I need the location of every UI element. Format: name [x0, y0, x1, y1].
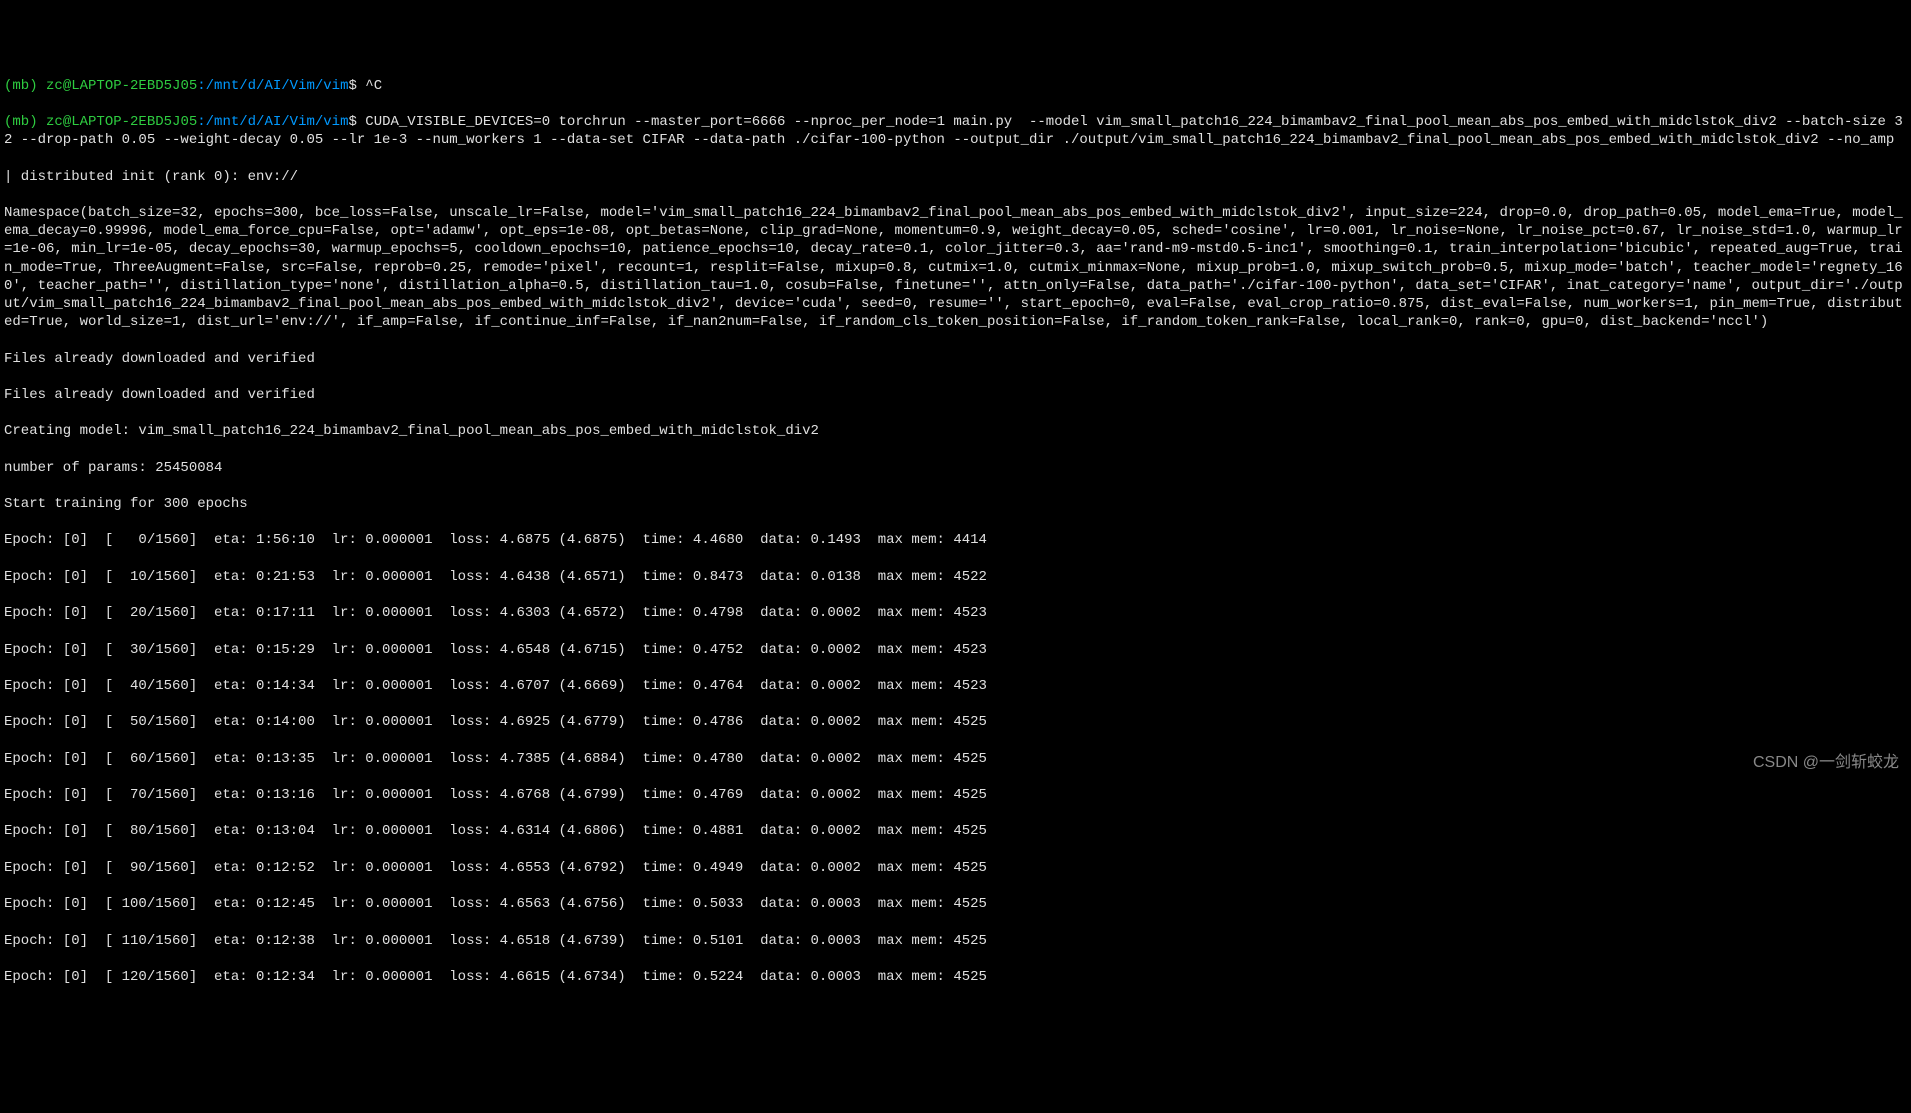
files-verified-output: Files already downloaded and verified: [4, 350, 1907, 368]
cwd-path: :/mnt/d/AI/Vim/vim: [197, 78, 348, 94]
epoch-log-row: Epoch: [0] [ 50/1560] eta: 0:14:00 lr: 0…: [4, 713, 1907, 731]
epoch-log-row: Epoch: [0] [ 30/1560] eta: 0:15:29 lr: 0…: [4, 641, 1907, 659]
dist-init-output: | distributed init (rank 0): env://: [4, 168, 1907, 186]
user-host: zc@LAPTOP-2EBD5J05: [46, 78, 197, 94]
prompt-line-1: (mb) zc@LAPTOP-2EBD5J05:/mnt/d/AI/Vim/vi…: [4, 77, 1907, 95]
watermark-text: CSDN @一剑斩蛟龙: [1753, 753, 1899, 774]
cwd-path: :/mnt/d/AI/Vim/vim: [197, 114, 348, 130]
epoch-log-row: Epoch: [0] [ 0/1560] eta: 1:56:10 lr: 0.…: [4, 531, 1907, 549]
command-text[interactable]: ^C: [365, 78, 382, 94]
epoch-log-row: Epoch: [0] [ 40/1560] eta: 0:14:34 lr: 0…: [4, 677, 1907, 695]
files-verified-output: Files already downloaded and verified: [4, 386, 1907, 404]
prompt-line-2: (mb) zc@LAPTOP-2EBD5J05:/mnt/d/AI/Vim/vi…: [4, 113, 1907, 149]
epoch-log-row: Epoch: [0] [ 60/1560] eta: 0:13:35 lr: 0…: [4, 750, 1907, 768]
epoch-log-row: Epoch: [0] [ 80/1560] eta: 0:13:04 lr: 0…: [4, 822, 1907, 840]
namespace-output: Namespace(batch_size=32, epochs=300, bce…: [4, 204, 1907, 331]
conda-env: (mb): [4, 114, 38, 130]
start-training-output: Start training for 300 epochs: [4, 495, 1907, 513]
num-params-output: number of params: 25450084: [4, 459, 1907, 477]
epoch-log-row: Epoch: [0] [ 100/1560] eta: 0:12:45 lr: …: [4, 895, 1907, 913]
conda-env: (mb): [4, 78, 38, 94]
prompt-dollar: $: [348, 114, 356, 130]
epoch-log-row: Epoch: [0] [ 20/1560] eta: 0:17:11 lr: 0…: [4, 604, 1907, 622]
creating-model-output: Creating model: vim_small_patch16_224_bi…: [4, 422, 1907, 440]
epoch-log-row: Epoch: [0] [ 70/1560] eta: 0:13:16 lr: 0…: [4, 786, 1907, 804]
prompt-dollar: $: [348, 78, 356, 94]
user-host: zc@LAPTOP-2EBD5J05: [46, 114, 197, 130]
epoch-log-row: Epoch: [0] [ 90/1560] eta: 0:12:52 lr: 0…: [4, 859, 1907, 877]
epoch-log-row: Epoch: [0] [ 110/1560] eta: 0:12:38 lr: …: [4, 932, 1907, 950]
epoch-log-row: Epoch: [0] [ 10/1560] eta: 0:21:53 lr: 0…: [4, 568, 1907, 586]
epoch-log-row: Epoch: [0] [ 120/1560] eta: 0:12:34 lr: …: [4, 968, 1907, 986]
